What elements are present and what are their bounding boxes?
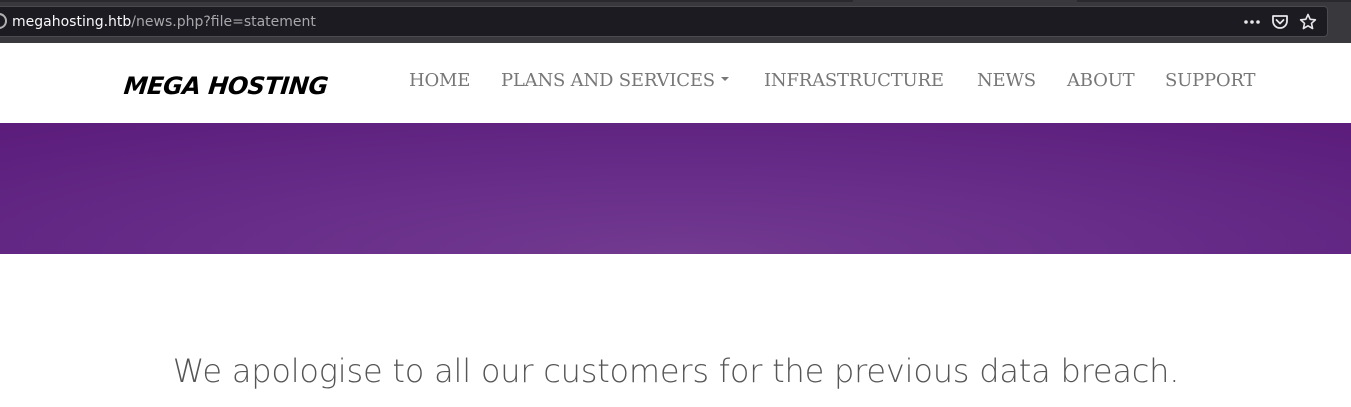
site-info-icon[interactable] — [0, 13, 7, 29]
nav-infrastructure[interactable]: INFRASTRUCTURE — [764, 69, 944, 93]
url-host: megahosting.htb — [12, 14, 132, 30]
statement-heading: We apologise to all our customers for th… — [172, 352, 1180, 390]
nav-plans-label: PLANS AND SERVICES — [501, 70, 715, 91]
tab-strip-edge — [1077, 0, 1351, 2]
caret-down-icon — [720, 77, 729, 81]
nav-news[interactable]: NEWS — [977, 69, 1036, 93]
address-bar-actions — [1243, 7, 1317, 36]
pocket-icon[interactable] — [1271, 13, 1289, 31]
url-path: /news.php?file=statement — [131, 14, 316, 30]
nav-plans-and-services[interactable]: PLANS AND SERVICES — [501, 69, 729, 93]
address-bar[interactable]: megahosting.htb/news.php?file=statement — [0, 6, 1328, 37]
bookmark-star-icon[interactable] — [1299, 13, 1317, 31]
site-logo[interactable]: MEGA HOSTING — [123, 72, 330, 100]
nav-home[interactable]: HOME — [409, 69, 470, 93]
more-icon[interactable] — [1243, 13, 1261, 31]
url-text[interactable]: megahosting.htb/news.php?file=statement — [12, 14, 316, 30]
site-header: MEGA HOSTING HOME PLANS AND SERVICES INF… — [0, 43, 1351, 123]
hero-banner — [0, 123, 1351, 254]
nav-about[interactable]: ABOUT — [1067, 69, 1135, 93]
nav-support[interactable]: SUPPORT — [1165, 69, 1256, 93]
tab-strip-edge — [0, 0, 853, 2]
browser-toolbar: megahosting.htb/news.php?file=statement — [0, 0, 1351, 43]
